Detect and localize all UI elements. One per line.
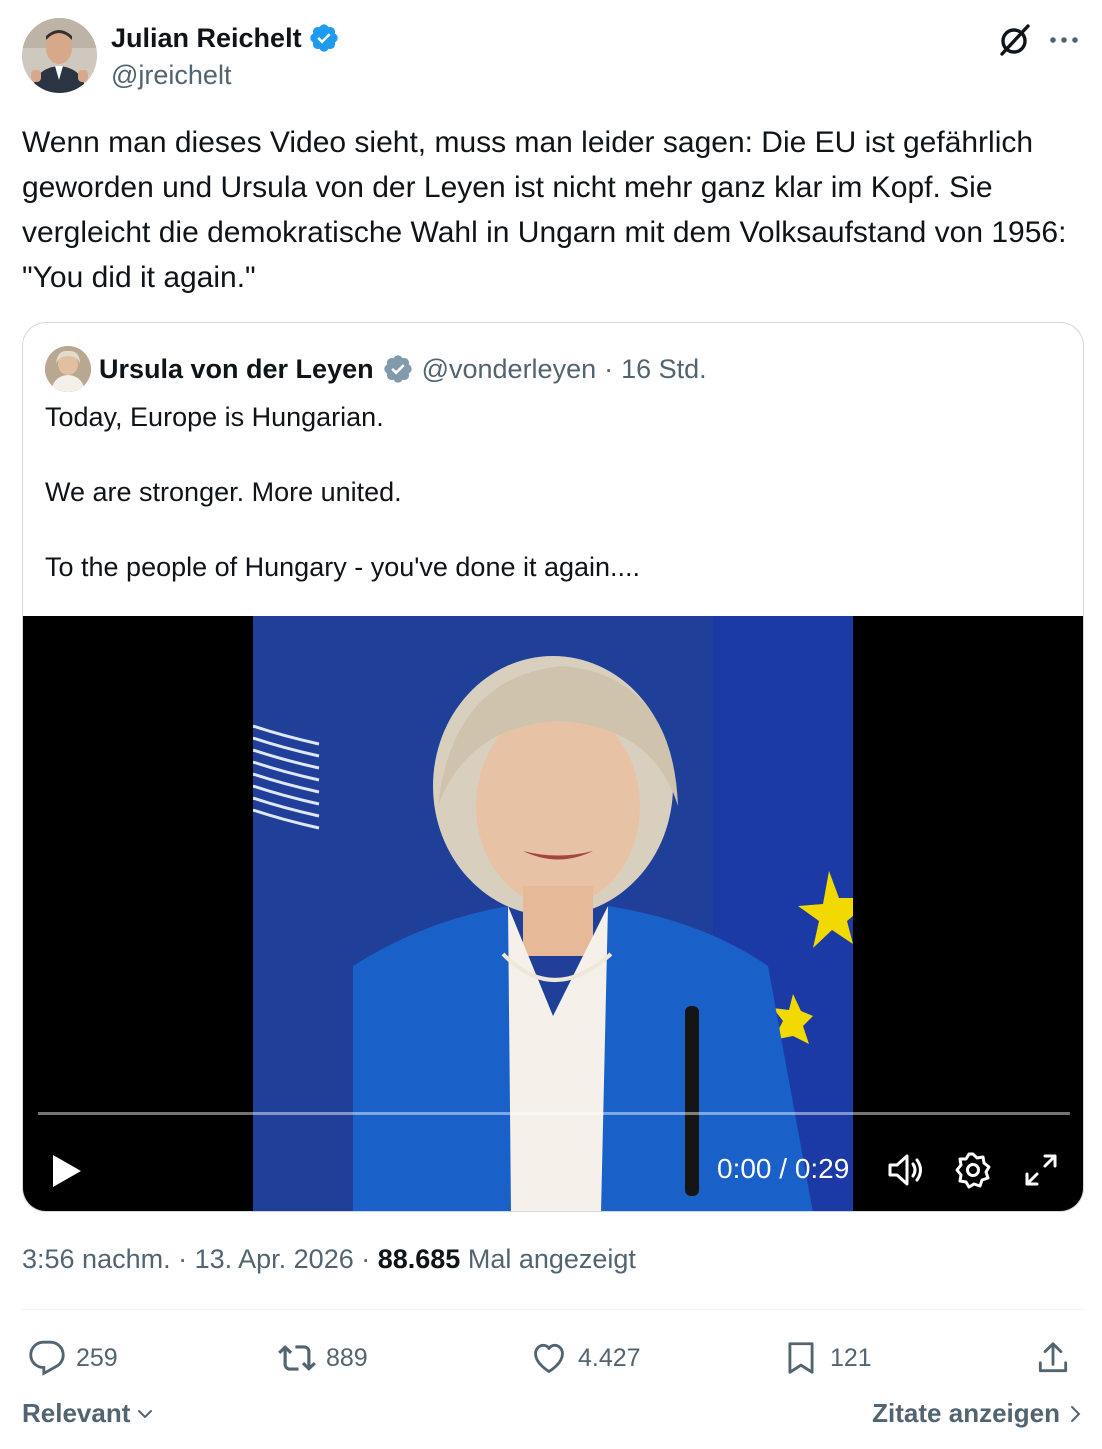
verified-badge-icon <box>309 24 338 52</box>
fullscreen-icon[interactable] <box>1021 1150 1061 1190</box>
chevron-down-icon <box>138 1409 153 1418</box>
quoted-author-name[interactable]: Ursula von der Leyen <box>99 354 374 385</box>
reply-footer: Relevant Zitate anzeigen <box>22 1398 1084 1438</box>
reply-count: 259 <box>76 1343 118 1372</box>
sort-dropdown[interactable]: Relevant <box>22 1398 156 1429</box>
action-bar: 259 889 4.427 121 <box>22 1330 1084 1386</box>
quotes-label[interactable]: Zitate anzeigen <box>872 1398 1060 1429</box>
bookmark-button[interactable]: 121 <box>782 1330 872 1386</box>
separator-dot: · <box>604 353 614 384</box>
tweet-header: Julian Reichelt @jreichelt <box>22 18 1082 98</box>
quoted-tweet-header: Ursula von der Leyen @vonderleyen · 16 S… <box>45 346 707 392</box>
like-icon <box>534 1343 564 1373</box>
volume-icon[interactable] <box>885 1150 925 1190</box>
views-count: 88.685 <box>377 1244 461 1274</box>
repost-button[interactable]: 889 <box>278 1330 368 1386</box>
verified-badge-icon <box>383 355 412 383</box>
play-icon[interactable] <box>47 1151 87 1191</box>
share-button[interactable] <box>1034 1330 1072 1386</box>
divider <box>22 1309 1084 1310</box>
quoted-author-handle[interactable]: @vonderleyen <box>422 354 597 385</box>
author-handle[interactable]: @jreichelt <box>111 60 231 91</box>
like-button[interactable]: 4.427 <box>530 1330 641 1386</box>
video-progress-bar[interactable] <box>38 1112 1070 1115</box>
like-count: 4.427 <box>578 1343 641 1372</box>
video-player[interactable]: 0:00 / 0:29 <box>23 616 1083 1211</box>
bookmark-icon <box>788 1342 814 1374</box>
reply-button[interactable]: 259 <box>28 1330 118 1386</box>
video-time: 0:00 / 0:29 <box>717 1153 850 1184</box>
repost-count: 889 <box>326 1343 368 1372</box>
tweet-meta: 3:56 nachm. · 13. Apr. 2026 · 88.685 Mal… <box>22 1244 636 1275</box>
repost-icon <box>278 1345 316 1371</box>
share-icon <box>1038 1342 1068 1373</box>
quoted-tweet-text: Today, Europe is Hungarian. We are stron… <box>45 402 641 582</box>
author-name[interactable]: Julian Reichelt <box>111 22 340 54</box>
tweet-timestamp[interactable]: 3:56 nachm. · 13. Apr. 2026 · <box>22 1244 378 1274</box>
views-label: Mal angezeigt <box>460 1244 636 1274</box>
view-quotes-link[interactable]: Zitate anzeigen <box>872 1398 1084 1429</box>
settings-icon[interactable] <box>953 1150 993 1190</box>
tweet-text: Wenn man dieses Video sieht, muss man le… <box>22 126 1067 294</box>
reply-icon <box>29 1340 65 1376</box>
sort-label[interactable]: Relevant <box>22 1398 130 1429</box>
quoted-tweet-age[interactable]: 16 Std. <box>621 354 707 385</box>
quoted-author-avatar[interactable] <box>45 346 91 392</box>
chevron-right-icon <box>1071 1405 1081 1422</box>
more-icon[interactable] <box>1046 20 1082 60</box>
author-avatar[interactable] <box>22 18 97 93</box>
grok-icon[interactable] <box>994 20 1034 60</box>
author-name-text[interactable]: Julian Reichelt <box>111 23 302 54</box>
video-frame <box>253 616 853 1211</box>
bookmark-count: 121 <box>830 1343 872 1372</box>
quoted-tweet[interactable]: Ursula von der Leyen @vonderleyen · 16 S… <box>22 322 1084 1212</box>
